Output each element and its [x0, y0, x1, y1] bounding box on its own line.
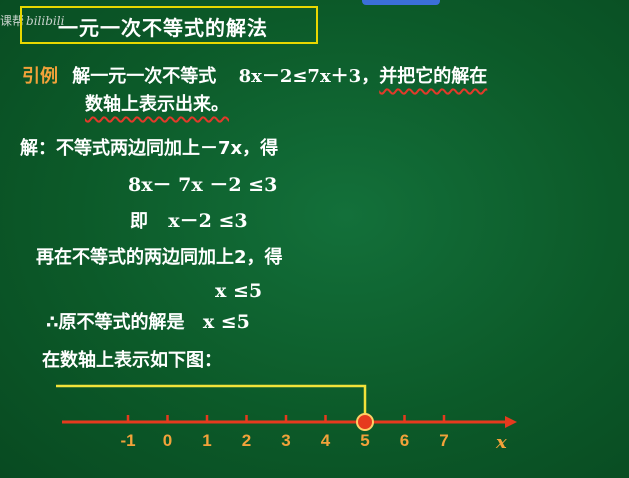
tick-label: 0	[163, 431, 172, 450]
tick-label: 5	[360, 431, 369, 450]
tick-label: -1	[120, 431, 135, 450]
axis-label-x: x	[495, 432, 507, 453]
number-line-figure: -1 0 1 2 3 4 5 6 7 x	[56, 384, 517, 453]
tick-label: 4	[321, 431, 331, 450]
axis-arrow-icon	[505, 416, 517, 428]
tick-label: 7	[439, 431, 448, 450]
tick-label: 3	[281, 431, 290, 450]
tick-label: 1	[202, 431, 211, 450]
solution-ray	[56, 384, 367, 414]
tick-label: 6	[400, 431, 409, 450]
solution-endpoint-closed	[356, 413, 374, 431]
tick-label: 2	[242, 431, 251, 450]
tick-group: -1 0 1 2 3 4 5 6 7	[120, 415, 449, 450]
